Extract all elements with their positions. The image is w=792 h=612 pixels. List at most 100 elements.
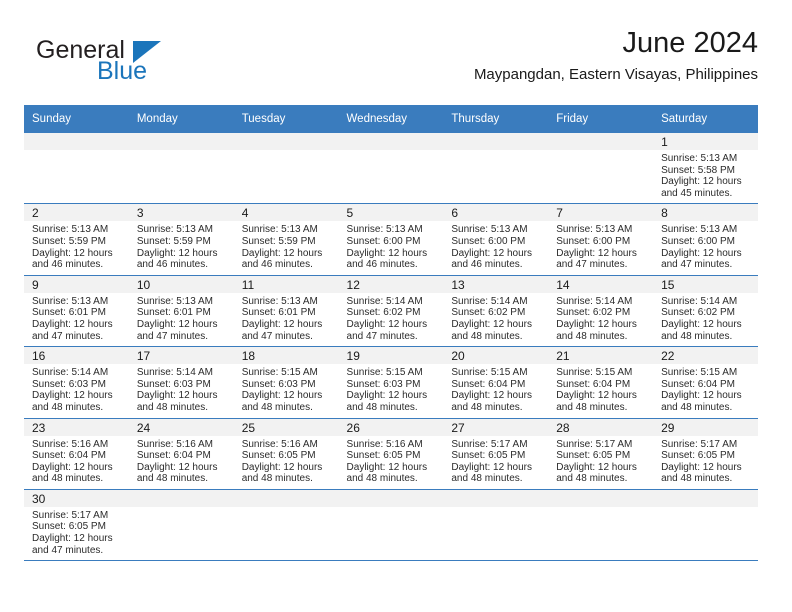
day-details: Sunrise: 5:15 AM Sunset: 6:03 PM Daylight:… [339,364,444,417]
day-cell-content: 19 Sunrise: 5:15 AM Sunset: 6:03 PM Dayligh… [338,347,444,417]
daylight-duration-line2: and 48 minutes. [661,330,733,342]
daylight-duration-line1: Daylight: 12 hours [661,247,742,259]
daylight-duration-line2: and 48 minutes. [32,473,104,485]
day-details: Sunrise: 5:13 AM Sunset: 5:59 PM Daylight:… [129,221,234,274]
calendar-day-cell[interactable]: 10 Sunrise: 5:13 AM Sunset: 6:01 PM Dayligh… [128,275,234,348]
calendar-day-cell[interactable]: 12 Sunrise: 5:14 AM Sunset: 6:02 PM Dayligh… [338,275,444,348]
daylight-duration-line1: Daylight: 12 hours [556,318,637,330]
day-cell-content: 23 Sunrise: 5:16 AM Sunset: 6:04 PM Dayligh… [24,418,129,489]
calendar-day-cell[interactable]: 30 Sunrise: 5:17 AM Sunset: 6:05 PM Dayligh… [24,489,129,562]
daylight-duration-line2: and 48 minutes. [346,401,418,413]
daylight-duration-line1: Daylight: 12 hours [346,390,428,402]
day-cell-content [653,489,758,560]
sunset-time: Sunset: 6:04 PM [661,378,735,390]
sunset-time: Sunset: 6:05 PM [32,521,106,533]
calendar-day-cell[interactable] [128,489,234,562]
day-number [24,133,129,150]
sunset-time: Sunset: 6:01 PM [136,307,211,319]
calendar-day-cell[interactable] [233,133,339,205]
day-number: 6 [443,204,549,222]
day-number: 10 [128,275,234,293]
sunrise-time: Sunrise: 5:15 AM [451,367,528,379]
daylight-duration-line1: Daylight: 12 hours [451,390,532,402]
page-title: June 2024 [622,27,758,59]
calendar-day-cell[interactable]: 16 Sunrise: 5:14 AM Sunset: 6:03 PM Dayligh… [24,346,129,419]
calendar-day-cell[interactable]: 26 Sunrise: 5:16 AM Sunset: 6:05 PM Dayligh… [338,418,444,490]
calendar-day-cell[interactable] [338,133,444,205]
calendar-day-cell[interactable] [443,133,549,205]
calendar-day-cell[interactable]: 1 Sunrise: 5:13 AM Sunset: 5:58 PM Daylight… [653,133,758,205]
sunset-time: Sunset: 6:05 PM [346,450,421,462]
daylight-duration-line2: and 48 minutes. [556,330,628,342]
calendar-day-cell[interactable]: 29 Sunrise: 5:17 AM Sunset: 6:05 PM Dayligh… [653,418,758,490]
calendar-day-cell[interactable]: 19 Sunrise: 5:15 AM Sunset: 6:03 PM Dayligh… [338,346,444,419]
sunrise-time: Sunrise: 5:16 AM [241,438,318,450]
day-cell-content: 5 Sunrise: 5:13 AM Sunset: 6:00 PM Daylight… [338,204,444,274]
daylight-duration-line1: Daylight: 12 hours [32,461,113,473]
calendar-day-cell[interactable] [24,133,129,205]
day-details: Sunrise: 5:14 AM Sunset: 6:02 PM Daylight:… [443,293,548,346]
daylight-duration-line1: Daylight: 12 hours [32,533,113,545]
day-cell-content: 13 Sunrise: 5:14 AM Sunset: 6:02 PM Dayligh… [443,275,549,346]
calendar-day-cell[interactable]: 7 Sunrise: 5:13 AM Sunset: 6:00 PM Daylight… [548,203,654,276]
calendar-day-cell[interactable]: 24 Sunrise: 5:16 AM Sunset: 6:04 PM Dayligh… [128,418,234,490]
calendar-day-cell[interactable] [233,489,339,562]
calendar-day-cell[interactable]: 11 Sunrise: 5:13 AM Sunset: 6:01 PM Dayligh… [233,275,339,348]
sunrise-time: Sunrise: 5:13 AM [661,153,738,164]
page-header: General Blue June 2024 Maypangdan, Easte… [24,26,758,98]
calendar-day-cell[interactable] [128,133,234,205]
day-details: Sunrise: 5:13 AM Sunset: 5:59 PM Daylight:… [24,221,129,274]
calendar-day-cell[interactable] [443,489,549,562]
calendar-day-cell[interactable]: 18 Sunrise: 5:15 AM Sunset: 6:03 PM Dayligh… [233,346,339,419]
calendar-day-cell[interactable]: 2 Sunrise: 5:13 AM Sunset: 5:59 PM Daylight… [24,203,129,276]
calendar-day-cell[interactable]: 6 Sunrise: 5:13 AM Sunset: 6:00 PM Daylight… [443,203,549,276]
day-cell-content: 6 Sunrise: 5:13 AM Sunset: 6:00 PM Daylight… [443,204,549,274]
calendar-day-cell[interactable]: 25 Sunrise: 5:16 AM Sunset: 6:05 PM Dayligh… [233,418,339,490]
daylight-duration-line2: and 48 minutes. [136,473,209,485]
general-blue-logo[interactable]: General Blue [36,36,256,94]
day-number: 8 [653,204,758,222]
calendar-day-cell[interactable]: 4 Sunrise: 5:13 AM Sunset: 5:59 PM Daylight… [233,203,339,276]
calendar-day-cell[interactable]: 13 Sunrise: 5:14 AM Sunset: 6:02 PM Dayligh… [443,275,549,348]
daylight-duration-line2: and 48 minutes. [32,401,104,413]
calendar-day-cell[interactable]: 21 Sunrise: 5:15 AM Sunset: 6:04 PM Dayligh… [548,346,654,419]
sunrise-time: Sunrise: 5:13 AM [661,224,738,236]
daylight-duration-line2: and 48 minutes. [556,473,628,485]
day-number [338,489,444,507]
calendar-day-cell[interactable]: 9 Sunrise: 5:13 AM Sunset: 6:01 PM Daylight… [24,275,129,348]
calendar-day-cell[interactable]: 20 Sunrise: 5:15 AM Sunset: 6:04 PM Dayligh… [443,346,549,419]
sunset-time: Sunset: 6:02 PM [346,307,421,319]
sunrise-time: Sunrise: 5:14 AM [451,295,528,307]
daylight-duration-line1: Daylight: 12 hours [556,247,637,259]
daylight-duration-line2: and 47 minutes. [32,544,104,556]
calendar-day-cell[interactable]: 23 Sunrise: 5:16 AM Sunset: 6:04 PM Dayligh… [24,418,129,490]
day-number: 1 [653,133,758,150]
day-cell-content: 2 Sunrise: 5:13 AM Sunset: 5:59 PM Daylight… [24,204,129,274]
day-number: 17 [128,347,234,365]
calendar-day-cell[interactable]: 17 Sunrise: 5:14 AM Sunset: 6:03 PM Dayligh… [128,346,234,419]
calendar-day-cell[interactable] [653,489,758,562]
calendar-day-cell[interactable]: 5 Sunrise: 5:13 AM Sunset: 6:00 PM Daylight… [338,203,444,276]
calendar-day-cell[interactable] [548,489,654,562]
daylight-duration-line2: and 46 minutes. [32,259,104,271]
sunset-time: Sunset: 6:00 PM [661,235,735,247]
sunset-time: Sunset: 6:02 PM [556,307,631,319]
day-number [233,133,339,150]
sunset-time: Sunset: 6:03 PM [32,378,106,390]
daylight-duration-line2: and 47 minutes. [136,330,209,342]
calendar-day-cell[interactable]: 14 Sunrise: 5:14 AM Sunset: 6:02 PM Dayligh… [548,275,654,348]
calendar-day-cell[interactable] [548,133,654,205]
daylight-duration-line1: Daylight: 12 hours [661,318,742,330]
calendar-day-cell[interactable]: 22 Sunrise: 5:15 AM Sunset: 6:04 PM Dayligh… [653,346,758,419]
day-number: 28 [548,418,654,436]
daylight-duration-line1: Daylight: 12 hours [661,390,742,402]
day-cell-content: 28 Sunrise: 5:17 AM Sunset: 6:05 PM Dayligh… [548,418,654,489]
calendar-day-cell[interactable]: 15 Sunrise: 5:14 AM Sunset: 6:02 PM Dayligh… [653,275,758,348]
calendar-day-cell[interactable]: 8 Sunrise: 5:13 AM Sunset: 6:00 PM Daylight… [653,203,758,276]
day-cell-content: 4 Sunrise: 5:13 AM Sunset: 5:59 PM Daylight… [233,204,339,274]
day-number: 25 [233,418,339,436]
calendar-day-cell[interactable]: 28 Sunrise: 5:17 AM Sunset: 6:05 PM Dayligh… [548,418,654,490]
calendar-day-cell[interactable]: 27 Sunrise: 5:17 AM Sunset: 6:05 PM Dayligh… [443,418,549,490]
calendar-day-cell[interactable] [338,489,444,562]
calendar-day-cell[interactable]: 3 Sunrise: 5:13 AM Sunset: 5:59 PM Daylight… [128,203,234,276]
